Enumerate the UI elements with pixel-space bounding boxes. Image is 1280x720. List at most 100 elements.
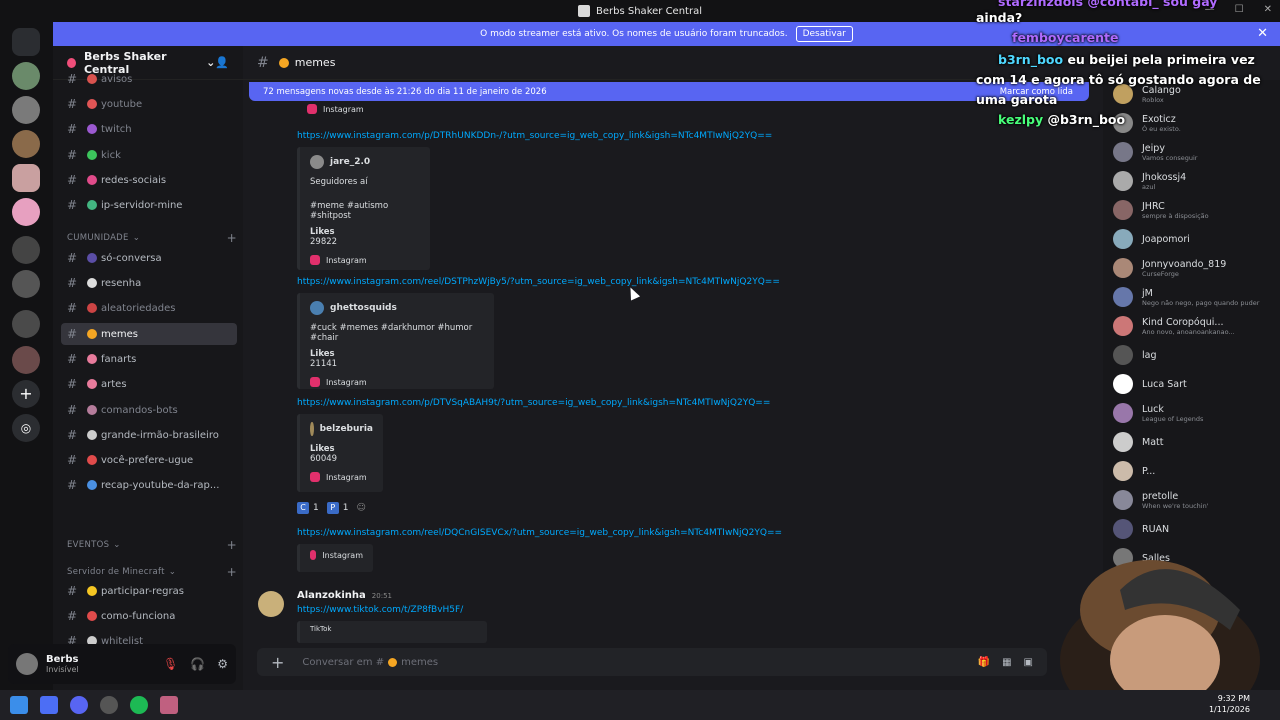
channel-item[interactable]: # twitch — [61, 118, 237, 140]
member-item[interactable]: Luca Sart — [1113, 371, 1278, 397]
member-item[interactable]: Jonnyvoando_819 CurseForge — [1113, 255, 1278, 281]
add-channel-icon[interactable]: + — [227, 538, 237, 552]
server-icon[interactable] — [12, 198, 40, 226]
message-link[interactable]: https://www.tiktok.com/t/ZP8fBvH5F/ — [297, 605, 463, 615]
avatar[interactable] — [258, 591, 284, 617]
channel-category[interactable]: Servidor de Minecraft ⌄ + — [67, 565, 237, 579]
channel-emoji-icon — [87, 303, 97, 313]
member-item[interactable]: jM Nego não nego, pago quando puder — [1113, 284, 1278, 310]
add-channel-icon[interactable]: + — [227, 565, 237, 579]
channel-item[interactable]: # resenha — [61, 272, 237, 294]
spotify-icon[interactable] — [130, 696, 148, 714]
avatar — [1113, 229, 1133, 249]
channel-item[interactable]: # redes-sociais — [61, 169, 237, 191]
channel-item[interactable]: # participar-regras — [61, 580, 237, 602]
channel-item[interactable]: # recap-youtube-da-rap... — [61, 474, 237, 496]
channel-item[interactable]: # avisos — [61, 68, 237, 90]
embed-author[interactable]: belzeburia — [320, 424, 373, 434]
message-link[interactable]: https://www.instagram.com/reel/DSTPhzWjB… — [297, 277, 780, 287]
overlay-username: b3rn_boo — [998, 52, 1064, 67]
channel-emoji-icon — [87, 278, 97, 288]
member-item[interactable]: lag — [1113, 342, 1278, 368]
instagram-embed[interactable]: jare_2.0 Seguidores aí #meme #autismo #s… — [297, 147, 430, 270]
server-icon-active[interactable] — [12, 164, 40, 192]
message-link[interactable]: https://www.instagram.com/reel/DQCnGISEV… — [297, 528, 782, 538]
channel-category[interactable]: CUMUNIDADE ⌄ + — [67, 231, 237, 245]
add-channel-icon[interactable]: + — [227, 231, 237, 245]
mute-icon[interactable]: 🎙 — [163, 657, 178, 671]
tiktok-embed[interactable]: TikTok — [297, 621, 487, 643]
app-icon[interactable] — [160, 696, 178, 714]
server-folder-icon[interactable] — [12, 346, 40, 374]
new-messages-bar[interactable]: 72 mensagens novas desde às 21:26 do dia… — [249, 82, 1089, 101]
channel-emoji-icon — [87, 480, 97, 490]
channel-item[interactable]: # youtube — [61, 93, 237, 115]
channel-item[interactable]: # só-conversa — [61, 247, 237, 269]
start-icon[interactable] — [10, 696, 28, 714]
member-item[interactable]: Jeipy Vamos conseguir — [1113, 139, 1278, 165]
channel-name: participar-regras — [101, 585, 184, 597]
embed-author[interactable]: ghettosquids — [330, 303, 397, 313]
member-item[interactable]: Kind Coropóqui... Ano novo, anoanoankanao… — [1113, 313, 1278, 339]
embed-source: Instagram — [323, 104, 364, 114]
channel-item[interactable]: # artes — [61, 373, 237, 395]
channel-item[interactable]: # fanarts — [61, 348, 237, 370]
message-link[interactable]: https://www.instagram.com/p/DTRhUNKDDn-/… — [297, 131, 772, 141]
server-icon[interactable] — [12, 96, 40, 124]
member-activity: League of Legends — [1142, 414, 1204, 423]
author-name[interactable]: Alanzokinha — [297, 590, 366, 601]
banner-close-icon[interactable]: ✕ — [1257, 26, 1268, 41]
discover-icon[interactable]: ◎ — [12, 414, 40, 442]
server-folder-icon[interactable] — [12, 236, 40, 264]
settings-gear-icon[interactable]: ⚙ — [217, 657, 228, 671]
channel-item[interactable]: # você-prefere-ugue — [61, 449, 237, 471]
channel-item[interactable]: # ip-servidor-mine — [61, 194, 237, 216]
member-item[interactable]: RUAN — [1113, 516, 1278, 542]
channel-item[interactable]: # aleatoriedades — [61, 297, 237, 319]
app-icon[interactable] — [40, 696, 58, 714]
add-server-icon[interactable]: + — [12, 380, 40, 408]
member-item[interactable]: Joapomori — [1113, 226, 1278, 252]
member-item[interactable]: Matt — [1113, 429, 1278, 455]
deafen-icon[interactable]: 🎧 — [190, 657, 205, 671]
member-item[interactable]: Jhokossj4 azul — [1113, 168, 1278, 194]
server-folder-icon[interactable] — [12, 270, 40, 298]
avatar[interactable] — [16, 653, 38, 675]
server-icon[interactable] — [12, 62, 40, 90]
add-attachment-icon[interactable]: + — [271, 653, 284, 672]
instagram-embed[interactable]: Instagram — [297, 544, 373, 572]
gif-icon[interactable]: ▦ — [1002, 657, 1011, 668]
add-reaction-icon[interactable]: ☺ — [356, 503, 365, 513]
app-icon[interactable] — [100, 696, 118, 714]
home-icon[interactable] — [12, 28, 40, 56]
channel-item[interactable]: # comandos-bots — [61, 399, 237, 421]
message-composer[interactable]: + Conversar em # memes 🎁 ▦ ▣ — [257, 648, 1047, 676]
channel-item[interactable]: # kick — [61, 144, 237, 166]
disable-streamer-button[interactable]: Desativar — [795, 26, 853, 42]
taskbar-clock[interactable]: 9:32 PM 1/11/2026 — [1209, 693, 1250, 715]
embed-author[interactable]: jare_2.0 — [330, 157, 370, 167]
channel-category[interactable]: EVENTOS ⌄ + — [67, 538, 237, 552]
member-item[interactable]: JHRC sempre à disposição — [1113, 197, 1278, 223]
discord-icon[interactable] — [70, 696, 88, 714]
server-icon[interactable] — [12, 130, 40, 158]
reaction-button[interactable]: C1 — [297, 502, 319, 514]
embed-source: Instagram — [326, 472, 367, 482]
close-icon[interactable]: ✕ — [1264, 4, 1272, 15]
gift-icon[interactable]: 🎁 — [978, 657, 990, 668]
reaction-emoji-icon: C — [297, 502, 309, 514]
instagram-embed[interactable]: belzeburia Likes 60049 Instagram — [297, 414, 383, 492]
member-item[interactable]: Luck League of Legends — [1113, 400, 1278, 426]
server-folder-icon[interactable] — [12, 310, 40, 338]
instagram-embed[interactable]: ghettosquids #cuck #memes #darkhumor #hu… — [297, 293, 494, 389]
member-item[interactable]: pretolle When we're touchin' — [1113, 487, 1278, 513]
channel-item[interactable]: # memes — [61, 323, 237, 345]
message-link[interactable]: https://www.instagram.com/p/DTVSqABAH9t/… — [297, 398, 770, 408]
channel-item[interactable]: # como-funciona — [61, 605, 237, 627]
message-author[interactable]: Alanzokinha 20:51 — [297, 590, 392, 601]
reaction-button[interactable]: P1 — [326, 502, 348, 514]
channel-name: recap-youtube-da-rap... — [101, 479, 220, 491]
avatar — [1113, 461, 1133, 481]
channel-item[interactable]: # grande-irmão-brasileiro — [61, 424, 237, 446]
member-item[interactable]: P... — [1113, 458, 1278, 484]
